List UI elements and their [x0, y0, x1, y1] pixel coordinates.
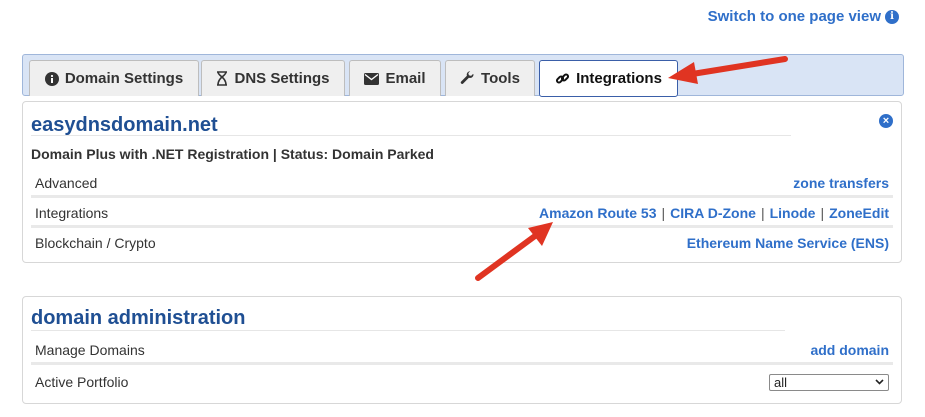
- amazon-route-53-link[interactable]: Amazon Route 53: [539, 205, 656, 221]
- tab-integrations[interactable]: Integrations: [539, 60, 678, 97]
- info-circle-icon: [44, 71, 59, 86]
- zoneedit-link[interactable]: ZoneEdit: [829, 205, 889, 221]
- separator: |: [760, 204, 765, 221]
- title-divider: [31, 135, 791, 136]
- hourglass-icon: [217, 71, 228, 86]
- link-icon: [556, 73, 570, 84]
- switch-to-one-page-view-link[interactable]: Switch to one page view i: [708, 8, 899, 25]
- tab-email[interactable]: Email: [349, 60, 441, 96]
- linode-link[interactable]: Linode: [770, 205, 816, 221]
- wrench-icon: [460, 71, 474, 84]
- row-manage-domains: Manage Domains add domain: [31, 337, 893, 365]
- separator: |: [820, 204, 825, 221]
- title-divider: [31, 330, 785, 331]
- separator: |: [661, 204, 666, 221]
- tab-email-label: Email: [385, 70, 426, 87]
- row-advanced: Advanced zone transfers: [31, 170, 893, 198]
- tab-tools[interactable]: Tools: [445, 60, 535, 96]
- tab-domain-settings[interactable]: Domain Settings: [29, 60, 199, 96]
- row-label-active-portfolio: Active Portfolio: [35, 374, 129, 390]
- row-active-portfolio: Active Portfolio all: [31, 368, 893, 396]
- domain-subtitle: Domain Plus with .NET Registration | Sta…: [31, 146, 434, 162]
- ens-link[interactable]: Ethereum Name Service (ENS): [687, 235, 889, 251]
- zone-transfers-link[interactable]: zone transfers: [793, 175, 889, 191]
- add-domain-link[interactable]: add domain: [810, 342, 889, 358]
- admin-title: domain administration: [31, 307, 246, 329]
- row-label-advanced: Advanced: [35, 174, 98, 191]
- switch-view-label: Switch to one page view: [707, 8, 881, 25]
- row-blockchain: Blockchain / Crypto Ethereum Name Servic…: [31, 229, 893, 257]
- domain-title[interactable]: easydnsdomain.net: [31, 114, 218, 137]
- row-label-blockchain: Blockchain / Crypto: [35, 235, 156, 251]
- domain-card: easydnsdomain.net × Domain Plus with .NE…: [22, 101, 902, 263]
- portfolio-select[interactable]: all: [769, 373, 889, 391]
- row-integrations: Integrations Amazon Route 53 | CIRA D-Zo…: [31, 200, 893, 228]
- admin-card: domain administration Manage Domains add…: [22, 296, 902, 404]
- envelope-icon: [364, 72, 380, 85]
- portfolio-select-value: all: [774, 374, 788, 390]
- info-circle-icon: i: [885, 9, 899, 24]
- tab-dns-settings[interactable]: DNS Settings: [201, 60, 345, 96]
- chevron-down-icon: [875, 379, 884, 385]
- tab-tools-label: Tools: [481, 70, 520, 87]
- tab-bar: Domain Settings DNS Settings Email Tools…: [22, 54, 904, 97]
- tab-dns-settings-label: DNS Settings: [234, 70, 330, 87]
- close-circle-icon[interactable]: ×: [879, 114, 893, 128]
- cira-d-zone-link[interactable]: CIRA D-Zone: [670, 205, 756, 221]
- tab-domain-settings-label: Domain Settings: [64, 70, 184, 87]
- row-label-integrations: Integrations: [35, 204, 109, 221]
- row-label-manage-domains: Manage Domains: [35, 341, 145, 358]
- tab-integrations-label: Integrations: [576, 70, 662, 87]
